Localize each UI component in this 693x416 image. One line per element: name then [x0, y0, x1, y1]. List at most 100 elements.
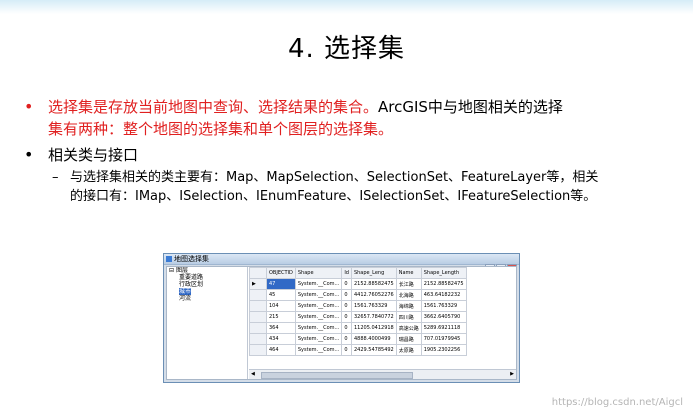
table-cell[interactable]: 2429.54785492	[350, 344, 397, 356]
table-cell[interactable]: 2152.88582475	[420, 278, 467, 290]
table-cell[interactable]: 11205.0412918	[350, 322, 397, 334]
column-header[interactable]: Shape_Length	[420, 267, 467, 279]
table-cell[interactable]: System.__Com...	[294, 333, 343, 345]
table-cell[interactable]: 1905.2302256	[420, 344, 467, 356]
row-header[interactable]	[249, 311, 267, 323]
table-cell[interactable]: 瑞昌路	[395, 333, 422, 345]
table-cell[interactable]: 长江路	[395, 278, 422, 290]
sub1-line2: 的接口有：IMap、ISelection、IEnumFeature、ISelec…	[70, 189, 597, 204]
table-row[interactable]: 364 System.__Com... 0 11205.0412918 高速公路 5289…	[249, 322, 467, 334]
table-cell[interactable]: 3662.6405790	[420, 311, 467, 323]
sub1-line1: 与选择集相关的类主要有：Map、MapSelection、SelectionSe…	[70, 170, 599, 185]
table-cell[interactable]: 364	[266, 322, 296, 334]
slide-title: 4. 选择集	[287, 34, 406, 64]
bullet1-line2: 集有两种：整个地图的选择集和单个图层的选择集。	[48, 120, 394, 138]
table-cell[interactable]: 0	[341, 311, 352, 323]
table-cell[interactable]: System.__Com...	[294, 289, 343, 301]
column-header[interactable]: Shape	[294, 267, 343, 279]
table-cell[interactable]: 5289.6921118	[420, 322, 467, 334]
tree-item-layer[interactable]: 重要道路	[167, 274, 247, 281]
table-cell[interactable]: System.__Com...	[294, 278, 343, 290]
column-header[interactable]: Name	[395, 267, 422, 279]
scroll-left-icon[interactable]: ◀	[251, 371, 255, 377]
table-cell[interactable]: 707.01979945	[420, 333, 467, 345]
row-header-corner	[249, 267, 267, 279]
table-cell[interactable]: 四川路	[395, 311, 422, 323]
table-cell[interactable]: 太原路	[395, 344, 422, 356]
row-header[interactable]	[249, 344, 267, 356]
table-cell[interactable]: 1561.763329	[350, 300, 397, 312]
layer-tree: ⊟ 图层 重要道路 行政区划 城市 河流	[167, 267, 248, 379]
table-cell[interactable]: 0	[341, 322, 352, 334]
table-cell[interactable]: 434	[266, 333, 296, 345]
tree-item-layer[interactable]: 行政区划	[167, 281, 247, 288]
table-cell[interactable]: 4412.76052276	[350, 289, 397, 301]
table-cell[interactable]: 0	[341, 344, 352, 356]
table-cell[interactable]: 32657.7840772	[350, 311, 397, 323]
row-header[interactable]	[249, 289, 267, 301]
table-cell[interactable]: System.__Com...	[294, 300, 343, 312]
table-cell[interactable]: 0	[341, 300, 352, 312]
window-titlebar[interactable]: 地图选择集 –□×	[164, 254, 519, 273]
bullet-mark: •	[24, 97, 34, 116]
tree-item-root[interactable]: ⊟ 图层	[167, 267, 247, 274]
watermark: https://blog.csdn.net/Aigcl	[551, 397, 683, 408]
table-cell[interactable]: 海绵路	[395, 300, 422, 312]
table-cell[interactable]: 45	[266, 289, 296, 301]
table-cell[interactable]: 104	[266, 300, 296, 312]
table-header-row: OBJECTID Shape Id Shape_Leng Name Shape_…	[249, 267, 467, 279]
tree-label: 图层	[175, 267, 188, 274]
column-header[interactable]: Id	[341, 267, 352, 279]
table-cell[interactable]: System.__Com...	[294, 322, 343, 334]
table-cell[interactable]: 0	[341, 278, 352, 290]
table-row[interactable]: 104 System.__Com... 0 1561.763329 海绵路 1561.76…	[249, 300, 467, 312]
top-gradient-band	[0, 0, 693, 14]
bullet-selection-set: • 选择集是存放当前地图中查询、选择结果的集合。ArcGIS中与地图相关的选择 …	[24, 96, 674, 140]
table-cell[interactable]: 2152.88582475	[350, 278, 397, 290]
tree-label: 行政区划	[179, 281, 204, 288]
bullet2-text: 相关类与接口	[48, 146, 139, 164]
table-row[interactable]: 434 System.__Com... 0 4888.4000499 瑞昌路 707.01…	[249, 333, 467, 345]
table-cell[interactable]: System.__Com...	[294, 344, 343, 356]
window-title: 地图选择集	[174, 255, 209, 263]
bullet-related-classes: • 相关类与接口	[24, 144, 674, 166]
bullet-mark: •	[24, 145, 34, 164]
table-cell[interactable]: 1561.763329	[420, 300, 467, 312]
table-row[interactable]: ▶ 47 System.__Com... 0 2152.88582475 长江路 2152.…	[249, 278, 467, 290]
table-cell[interactable]: 47	[266, 278, 296, 290]
tree-item-layer-selected[interactable]: 城市	[167, 288, 247, 295]
scroll-right-icon[interactable]: ▶	[510, 371, 514, 377]
attribute-grid: OBJECTID Shape Id Shape_Leng Name Shape_…	[249, 267, 516, 369]
table-cell[interactable]: 高速公路	[395, 322, 422, 334]
table-row[interactable]: 45 System.__Com... 0 4412.76052276 北海路 463.64…	[249, 289, 467, 301]
app-icon	[166, 256, 172, 262]
table-cell[interactable]: 北海路	[395, 289, 422, 301]
column-header[interactable]: OBJECTID	[266, 267, 296, 279]
row-header[interactable]: ▶	[249, 278, 267, 290]
column-header[interactable]: Shape_Leng	[350, 267, 397, 279]
horizontal-scrollbar[interactable]: ◀ ▶	[249, 369, 516, 379]
attribute-table: OBJECTID Shape Id Shape_Leng Name Shape_…	[249, 267, 467, 356]
table-cell[interactable]: 0	[341, 289, 352, 301]
tree-item-layer[interactable]: 河流	[167, 295, 247, 302]
table-cell[interactable]: 0	[341, 333, 352, 345]
dash-mark: –	[52, 170, 59, 185]
selection-set-window: 地图选择集 –□× ⊟ 图层 重要道路 行政区划 城市 河流 OBJECTID …	[163, 253, 520, 383]
tree-label: 城市	[179, 288, 192, 295]
window-body: ⊟ 图层 重要道路 行政区划 城市 河流 OBJECTID Shape Id S…	[166, 266, 517, 380]
table-cell[interactable]: 463.64182232	[420, 289, 467, 301]
table-cell[interactable]: 215	[266, 311, 296, 323]
bullet1-black-text: ArcGIS中与地图相关的选择	[378, 98, 563, 116]
row-header[interactable]	[249, 300, 267, 312]
row-header[interactable]	[249, 322, 267, 334]
table-row[interactable]: 464 System.__Com... 0 2429.54785492 太原路 1905.…	[249, 344, 467, 356]
row-header[interactable]	[249, 333, 267, 345]
bullet1-red-text: 选择集是存放当前地图中查询、选择结果的集合。	[48, 98, 379, 116]
table-row[interactable]: 215 System.__Com... 0 32657.7840772 四川路 3662.…	[249, 311, 467, 323]
bullet-list: • 选择集是存放当前地图中查询、选择结果的集合。ArcGIS中与地图相关的选择 …	[24, 96, 674, 206]
table-cell[interactable]: 464	[266, 344, 296, 356]
scrollbar-thumb[interactable]	[261, 372, 413, 379]
tree-label: 重要道路	[179, 274, 204, 281]
table-cell[interactable]: 4888.4000499	[350, 333, 397, 345]
table-cell[interactable]: System.__Com...	[294, 311, 343, 323]
